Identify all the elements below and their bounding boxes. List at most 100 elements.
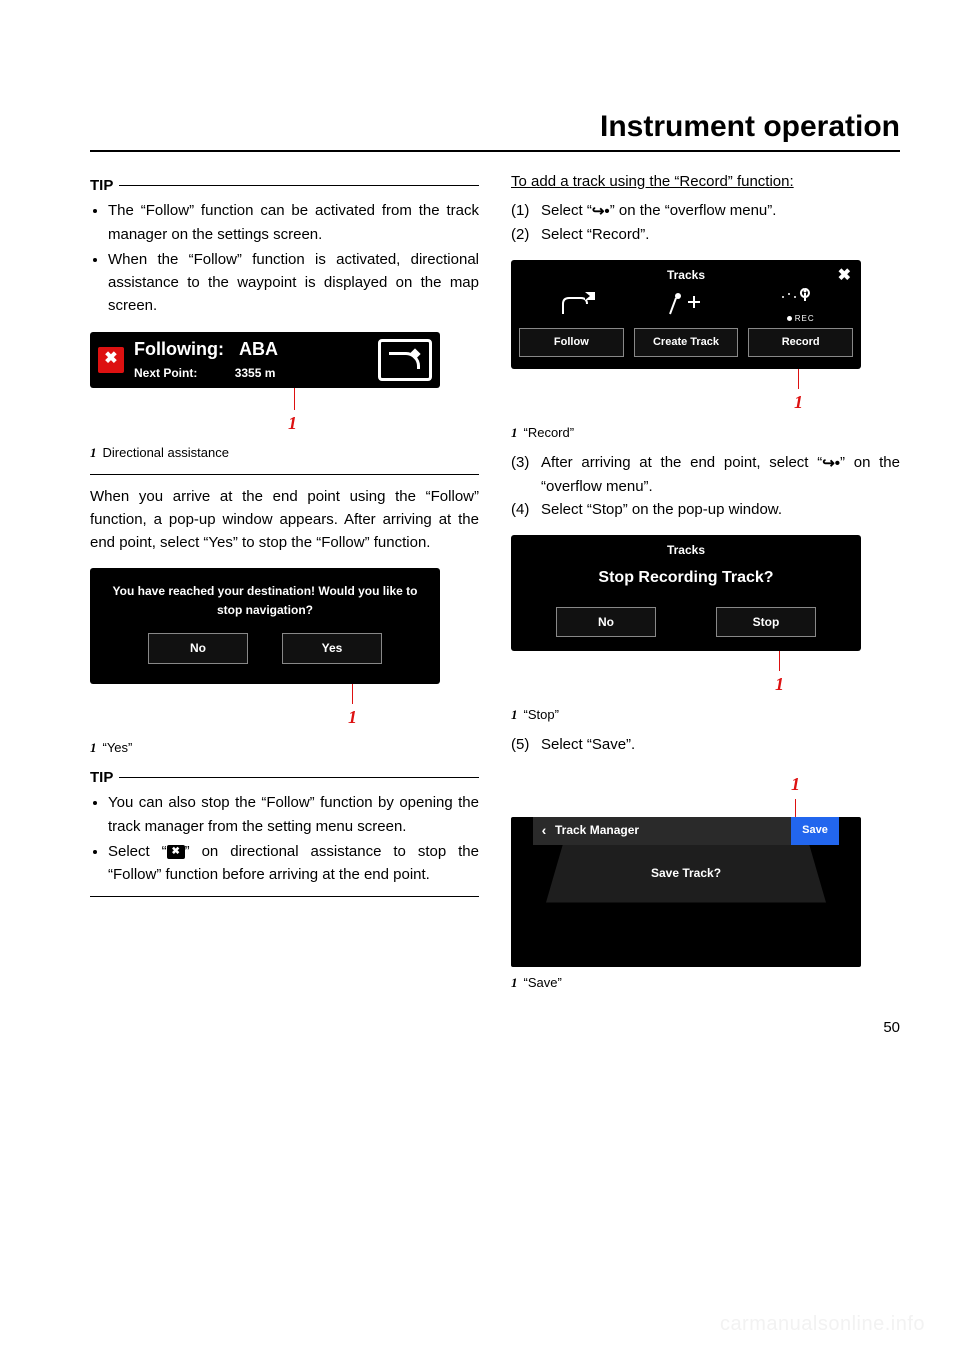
back-icon[interactable]: ‹ (533, 820, 555, 842)
content-columns: TIP The “Follow” function can be activat… (90, 170, 900, 1001)
popup: You have reached your destination! Would… (90, 568, 440, 684)
legend-num: 1 (511, 425, 518, 440)
step: (2) Select “Record”. (511, 223, 900, 246)
step-text: Select “Stop” on the pop-up window. (541, 498, 900, 521)
stop-panel-title: Tracks (519, 541, 853, 560)
following-row: Following: ABA (134, 336, 368, 364)
rec-label: REC (795, 314, 815, 323)
figure-legend: 1 “Yes” (90, 738, 479, 758)
tracks-buttons: Follow Create Track Record (519, 328, 853, 357)
tip-rule (119, 185, 479, 186)
create-track-icon (666, 290, 706, 320)
figure-legend: 1Directional assistance (90, 443, 479, 463)
step: (3) After arriving at the end point, sel… (511, 451, 900, 498)
page: Instrument operation TIP The “Follow” fu… (0, 0, 960, 1358)
save-button[interactable]: Save (791, 817, 839, 845)
divider (90, 474, 479, 475)
save-question: Save Track? (546, 845, 826, 903)
yes-button[interactable]: Yes (282, 633, 382, 664)
step-text: Select “Record”. (541, 223, 900, 246)
figure-tracks-panel: Tracks ✖ REC Follow Create Track (511, 260, 900, 417)
page-number: 50 (90, 1019, 900, 1036)
callout-number: 1 (288, 410, 479, 438)
tip-list: The “Follow” function can be activated f… (90, 199, 479, 317)
legend-text: “Stop” (524, 707, 559, 722)
callout-line (352, 684, 479, 704)
stop-question: Stop Recording Track? (519, 566, 853, 591)
step-text: Select “↪•” on the “overflow menu”. (541, 199, 900, 223)
legend-text: Directional assistance (103, 445, 229, 460)
tip-item: When the “Follow” function is activated,… (108, 248, 479, 318)
stop-buttons: No Stop (519, 607, 853, 638)
nav-assist-bar: ✖ Following: ABA Next Point: 3355 m (90, 332, 440, 388)
tip-label: TIP (90, 174, 113, 197)
tip-heading: TIP (90, 174, 479, 197)
following-label: Following: (134, 339, 224, 359)
tip-label: TIP (90, 766, 113, 789)
legend-text: “Yes” (103, 740, 133, 755)
step: (1) Select “↪•” on the “overflow menu”. (511, 199, 900, 223)
no-button[interactable]: No (148, 633, 248, 664)
save-top-bar: ‹ Track Manager Save (533, 817, 839, 845)
callout-line (798, 369, 900, 389)
legend-text: “Save” (524, 975, 562, 990)
overflow-menu-icon: ↪• (822, 452, 840, 475)
callout-number: 1 (794, 389, 900, 417)
tip-list: You can also stop the “Follow” function … (90, 791, 479, 886)
step-num: (1) (511, 199, 541, 223)
figure-save-track: 1 ‹ Track Manager Save Save Track? (511, 771, 900, 967)
no-button[interactable]: No (556, 607, 656, 638)
close-icon[interactable]: ✖ (98, 347, 124, 373)
popup-message: You have reached your destination! Would… (102, 582, 428, 619)
follow-route-icon (557, 290, 597, 320)
save-body: Save Track? (511, 845, 861, 967)
following-value: ABA (239, 339, 278, 359)
figure-legend: 1 “Stop” (511, 705, 900, 725)
tip-item: You can also stop the “Follow” function … (108, 791, 479, 838)
legend-num: 1 (511, 707, 518, 722)
step-text: After arriving at the end point, select … (541, 451, 900, 498)
close-inline-icon: ✖ (167, 845, 185, 859)
body-paragraph: When you arrive at the end point using t… (90, 485, 479, 555)
step: (4) Select “Stop” on the pop-up window. (511, 498, 900, 521)
stop-button[interactable]: Stop (716, 607, 816, 638)
overflow-menu-icon: ↪• (592, 200, 610, 223)
close-icon[interactable]: ✖ (838, 264, 851, 289)
figure-destination-popup: You have reached your destination! Would… (90, 568, 479, 732)
callout-line (795, 799, 900, 817)
figure-stop-recording: Tracks Stop Recording Track? No Stop 1 (511, 535, 900, 699)
step: (5) Select “Save”. (511, 733, 900, 756)
figure-legend: 1 “Save” (511, 973, 900, 993)
figure-directional-assistance: ✖ Following: ABA Next Point: 3355 m (90, 332, 479, 438)
create-track-button[interactable]: Create Track (634, 328, 739, 357)
legend-num: 1 (90, 740, 97, 755)
callout-line (294, 388, 479, 410)
legend-num: 1 (511, 975, 518, 990)
step-text: Select “Save”. (541, 733, 900, 756)
steps-list: (1) Select “↪•” on the “overflow menu”. … (511, 199, 900, 246)
step-num: (2) (511, 223, 541, 246)
popup-buttons: No Yes (102, 633, 428, 664)
tracks-icons-row: REC (519, 284, 853, 328)
record-button[interactable]: Record (748, 328, 853, 357)
callout-number: 1 (775, 671, 900, 699)
follow-button[interactable]: Follow (519, 328, 624, 357)
tracks-title: Tracks (667, 268, 705, 282)
page-title: Instrument operation (90, 110, 900, 152)
tip-heading: TIP (90, 766, 479, 789)
save-lower (511, 903, 861, 967)
tracks-header: Tracks ✖ (519, 266, 853, 284)
tracks-panel: Tracks ✖ REC Follow Create Track (511, 260, 861, 369)
tip-item: Select “✖” on directional assistance to … (108, 840, 479, 887)
next-point-label: Next Point: (134, 366, 197, 380)
steps-list: (3) After arriving at the end point, sel… (511, 451, 900, 521)
callout-number: 1 (348, 704, 479, 732)
callout-line (779, 651, 900, 671)
legend-text: “Record” (524, 425, 575, 440)
step-num: (5) (511, 733, 541, 756)
tip-rule (119, 777, 479, 778)
stop-recording-panel: Tracks Stop Recording Track? No Stop (511, 535, 861, 651)
tip-item-prefix: Select “ (108, 843, 167, 860)
next-point-row: Next Point: 3355 m (134, 364, 368, 383)
turn-direction-icon[interactable] (378, 339, 432, 381)
